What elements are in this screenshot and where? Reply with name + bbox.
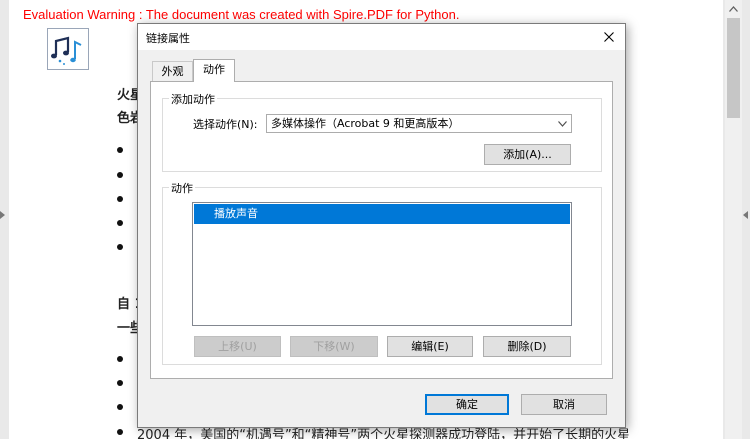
list-item[interactable]: 播放声音 <box>194 204 570 224</box>
ok-button[interactable]: 确定 <box>425 394 509 415</box>
bullet <box>117 356 123 362</box>
left-arrow-icon <box>0 211 5 219</box>
cancel-button[interactable]: 取消 <box>521 394 607 415</box>
actions-list[interactable]: 播放声音 <box>192 202 572 326</box>
bullet <box>117 244 123 250</box>
dialog-titlebar[interactable]: 链接属性 <box>138 24 625 50</box>
evaluation-watermark: Evaluation Warning : The document was cr… <box>23 7 460 22</box>
bullet <box>117 404 123 410</box>
bullet <box>117 172 123 178</box>
scrollbar-thumb[interactable] <box>727 18 740 118</box>
vertical-scrollbar[interactable] <box>725 0 742 439</box>
select-action-label: 选择动作(N): <box>193 118 258 131</box>
bullet <box>117 429 123 435</box>
link-properties-dialog: 链接属性 外观 动作 添加动作 选择动作(N): 多媒体操作（Acrobat 9… <box>137 23 626 428</box>
move-up-button[interactable]: 上移(U) <box>194 336 281 357</box>
right-arrow-icon <box>743 211 748 219</box>
music-notes-icon <box>47 28 89 70</box>
add-action-legend: 添加动作 <box>169 91 217 107</box>
bullet <box>117 147 123 153</box>
bullet <box>117 196 123 202</box>
tab-appearance[interactable]: 外观 <box>152 61 193 81</box>
dialog-title: 链接属性 <box>146 32 190 45</box>
delete-button[interactable]: 删除(D) <box>483 336 571 357</box>
bullet <box>117 380 123 386</box>
chevron-up-icon[interactable] <box>725 0 742 17</box>
bullet <box>117 220 123 226</box>
tab-actions[interactable]: 动作 <box>193 59 235 82</box>
close-icon[interactable] <box>598 26 620 48</box>
edit-button[interactable]: 编辑(E) <box>387 336 473 357</box>
action-type-select[interactable]: 多媒体操作（Acrobat 9 和更高版本） <box>266 114 572 133</box>
actions-legend: 动作 <box>169 180 195 196</box>
add-action-button[interactable]: 添加(A)... <box>484 144 571 165</box>
chevron-down-icon[interactable] <box>554 115 571 132</box>
move-down-button[interactable]: 下移(W) <box>290 336 378 357</box>
action-type-value: 多媒体操作（Acrobat 9 和更高版本） <box>271 117 460 130</box>
